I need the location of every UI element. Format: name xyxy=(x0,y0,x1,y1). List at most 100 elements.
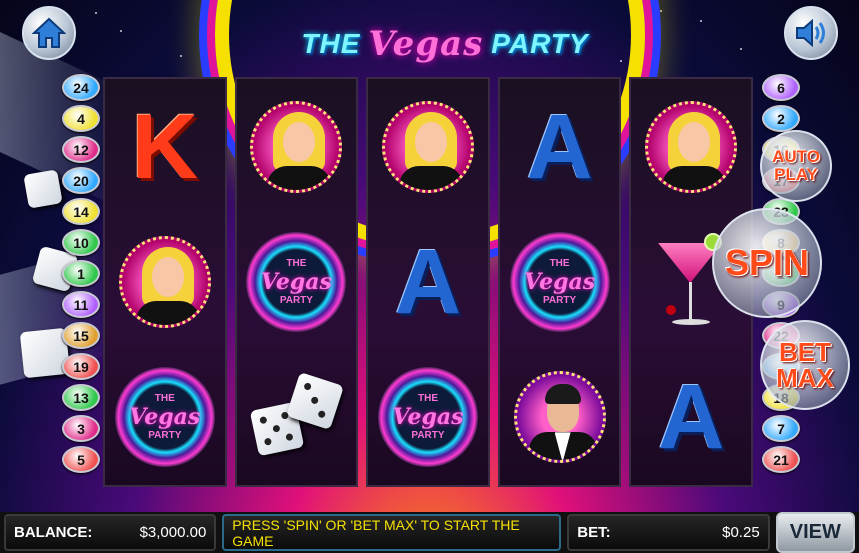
balance-value: $3,000.00 xyxy=(139,524,207,541)
logo-text-top: THE xyxy=(549,257,570,269)
cocktail-cherry xyxy=(666,304,677,315)
payline-badge-left[interactable]: 19 xyxy=(62,353,100,380)
bet-max-button[interactable]: BET MAX xyxy=(760,320,850,410)
payline-badge-left[interactable]: 10 xyxy=(62,229,100,256)
symbol-logo: THE Vegas PARTY xyxy=(246,231,347,332)
payline-badge-left[interactable]: 3 xyxy=(62,415,100,442)
logo-text-mid: Vegas xyxy=(260,268,332,295)
logo-text-top: THE xyxy=(286,257,307,269)
reel-cell: A xyxy=(500,79,620,214)
status-message: PRESS 'SPIN' OR 'BET MAX' TO START THE G… xyxy=(232,516,520,549)
symbol-logo: THE Vegas PARTY xyxy=(114,367,215,468)
symbol-girl xyxy=(645,100,738,193)
reel-1: K THE Vegas PARTY xyxy=(103,77,227,487)
bet-panel: BET: $0.25 xyxy=(567,514,770,551)
title-the: THE xyxy=(301,28,361,59)
girl-dress xyxy=(398,165,463,190)
symbol-a: A xyxy=(394,230,462,333)
home-button[interactable] xyxy=(22,6,76,60)
girl-face xyxy=(414,121,447,162)
payline-badge-left[interactable]: 20 xyxy=(62,167,100,194)
payline-badge-left[interactable]: 13 xyxy=(62,384,100,411)
reel-cell: A xyxy=(631,350,751,485)
bet-label: BET: xyxy=(577,524,611,541)
sound-button[interactable] xyxy=(784,6,838,60)
man-hair xyxy=(544,384,581,405)
reel-cell xyxy=(237,79,357,214)
autoplay-button[interactable]: AUTO PLAY xyxy=(760,130,832,202)
logo-text-bottom: PARTY xyxy=(543,294,577,306)
speaker-icon xyxy=(796,18,825,48)
reel-cell: K xyxy=(105,79,225,214)
payline-column-left: 24 4 12 20 14 10 1 11 15 19 13 3 5 xyxy=(62,74,100,473)
girl-face xyxy=(151,256,184,297)
reel-cell: THE Vegas PARTY xyxy=(237,214,357,349)
payline-badge-left[interactable]: 4 xyxy=(62,105,100,132)
message-panel: PRESS 'SPIN' OR 'BET MAX' TO START THE G… xyxy=(222,514,562,551)
spin-button[interactable]: SPIN xyxy=(712,208,822,318)
game-stage: THE Vegas PARTY 24 4 12 20 14 10 1 11 15 19 13 3 5 6… xyxy=(0,0,859,553)
payline-badge-right[interactable]: 21 xyxy=(762,446,800,473)
reel-4: A THE Vegas PARTY xyxy=(497,77,622,487)
view-button[interactable]: VIEW xyxy=(775,512,855,553)
payline-badge-left[interactable]: 15 xyxy=(62,322,100,349)
payline-badge-left[interactable]: 24 xyxy=(62,74,100,101)
logo-text-mid: Vegas xyxy=(129,404,201,431)
symbol-girl xyxy=(250,100,343,193)
reel-3: A THE Vegas PARTY xyxy=(366,77,490,487)
balance-panel: BALANCE: $3,000.00 xyxy=(4,514,217,551)
autoplay-label: AUTO PLAY xyxy=(772,147,820,184)
reel-cell: THE Vegas PARTY xyxy=(500,214,620,349)
girl-dress xyxy=(662,165,727,190)
payline-badge-right[interactable]: 7 xyxy=(762,415,800,442)
payline-badge-left[interactable]: 11 xyxy=(62,291,100,318)
logo-text-top: THE xyxy=(154,393,175,405)
girl-dress xyxy=(135,300,200,325)
payline-badge-right[interactable]: 2 xyxy=(762,105,800,132)
payline-badge-left[interactable]: 5 xyxy=(62,446,100,473)
cocktail-stem xyxy=(689,281,693,322)
symbol-dice xyxy=(248,372,345,462)
symbol-a: A xyxy=(657,366,725,469)
logo-text-top: THE xyxy=(417,393,438,405)
bet-value: $0.25 xyxy=(722,524,760,541)
decor-die xyxy=(23,169,63,209)
reel-cell xyxy=(105,214,225,349)
view-label: VIEW xyxy=(789,521,841,543)
logo-text-mid: Vegas xyxy=(524,268,596,295)
logo-text-bottom: PARTY xyxy=(411,430,445,442)
girl-face xyxy=(283,121,316,162)
payline-badge-left[interactable]: 1 xyxy=(62,260,100,287)
reel-cell xyxy=(368,79,488,214)
game-title: THE Vegas PARTY xyxy=(275,14,615,74)
spotlight-beam xyxy=(0,32,120,208)
logo-text-mid: Vegas xyxy=(392,404,464,431)
reel-cell xyxy=(237,350,357,485)
reel-cell: THE Vegas PARTY xyxy=(368,350,488,485)
symbol-girl xyxy=(118,235,211,328)
home-icon xyxy=(32,17,66,48)
bet-max-label: BET MAX xyxy=(776,337,834,393)
cocktail-base xyxy=(672,318,711,325)
reel-cell xyxy=(631,79,751,214)
status-bar: BALANCE: $3,000.00 PRESS 'SPIN' OR 'BET … xyxy=(0,512,859,553)
logo-text-bottom: PARTY xyxy=(279,294,313,306)
logo-text-bottom: PARTY xyxy=(148,430,182,442)
reel-cell xyxy=(500,350,620,485)
payline-badge-left[interactable]: 12 xyxy=(62,136,100,163)
balance-label: BALANCE: xyxy=(14,524,93,541)
symbol-a: A xyxy=(526,95,593,198)
payline-badge-right[interactable]: 6 xyxy=(762,74,800,101)
girl-dress xyxy=(267,165,332,190)
title-vegas: Vegas xyxy=(368,24,484,64)
reel-cell: THE Vegas PARTY xyxy=(105,350,225,485)
reel-cell: A xyxy=(368,214,488,349)
reel-grid: K THE Vegas PARTY THE Vegas PARTY A THE Vegas PART… xyxy=(103,77,753,487)
symbol-logo: THE Vegas PARTY xyxy=(509,231,610,332)
title-party: PARTY xyxy=(491,28,589,59)
symbol-girl xyxy=(381,100,474,193)
payline-badge-left[interactable]: 14 xyxy=(62,198,100,225)
symbol-logo: THE Vegas PARTY xyxy=(377,367,478,468)
symbol-k: K xyxy=(131,95,199,198)
spin-label: SPIN xyxy=(724,242,810,283)
